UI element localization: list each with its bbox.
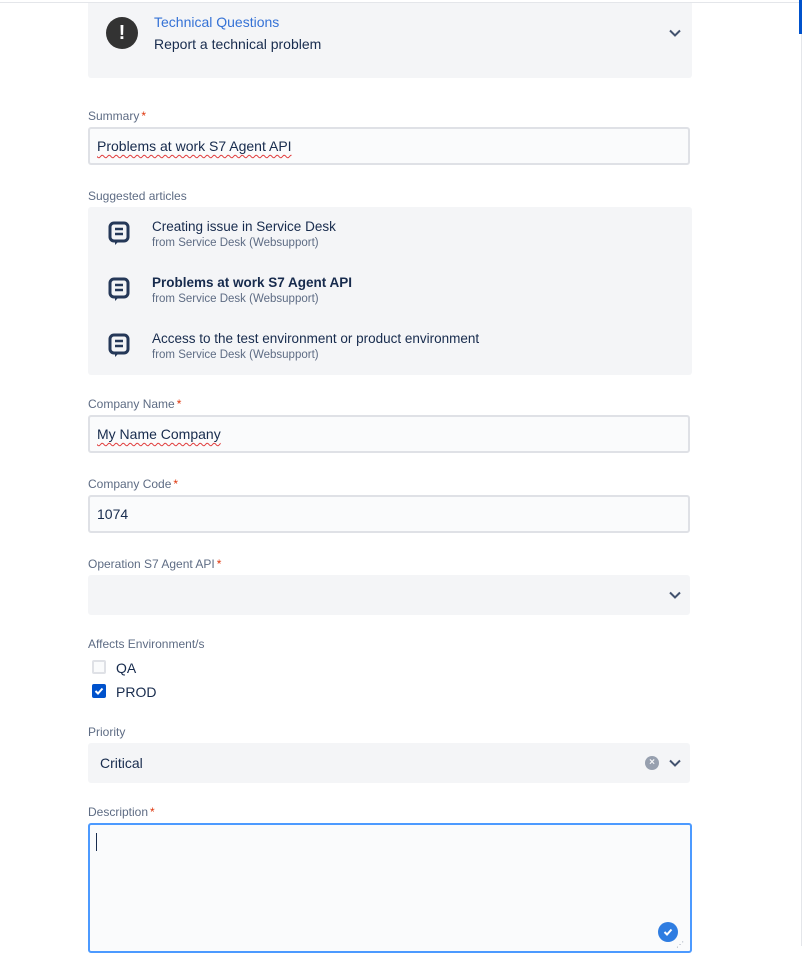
operation-select[interactable] xyxy=(88,575,690,615)
company-code-label: Company Code * xyxy=(88,477,179,491)
priority-select[interactable]: Critical xyxy=(88,743,690,783)
request-type-description: Report a technical problem xyxy=(154,36,322,52)
qa-checkbox-label[interactable]: QA xyxy=(116,660,136,676)
operation-label: Operation S7 Agent API * xyxy=(88,557,222,571)
exclamation-icon: ! xyxy=(106,17,138,49)
grammar-check-icon[interactable] xyxy=(658,922,678,942)
article-source: from Service Desk (Websupport) xyxy=(152,293,319,305)
environment-label: Affects Environment/s xyxy=(88,637,205,651)
prod-checkbox-label[interactable]: PROD xyxy=(116,684,156,700)
chevron-down-icon[interactable] xyxy=(668,588,682,602)
suggested-articles-label: Suggested articles xyxy=(88,189,187,203)
description-label: Description * xyxy=(88,805,155,819)
chevron-down-icon[interactable] xyxy=(668,26,682,40)
article-icon xyxy=(108,277,130,303)
suggested-article-1[interactable]: Creating issue in Service Desk from Serv… xyxy=(88,207,692,263)
article-icon xyxy=(108,221,130,247)
clear-icon[interactable]: × xyxy=(645,756,659,770)
company-name-label: Company Name * xyxy=(88,397,182,411)
summary-input[interactable]: Problems at work S7 Agent API xyxy=(88,127,690,165)
check-icon xyxy=(94,687,104,695)
request-type-title[interactable]: Technical Questions xyxy=(154,14,279,30)
text-caret xyxy=(96,833,97,851)
priority-label: Priority xyxy=(88,725,126,739)
company-code-input[interactable]: 1074 xyxy=(88,495,690,533)
article-source: from Service Desk (Websupport) xyxy=(152,237,319,249)
chevron-down-icon[interactable] xyxy=(668,756,682,770)
article-source: from Service Desk (Websupport) xyxy=(152,349,319,361)
company-name-input[interactable]: My Name Company xyxy=(88,415,690,453)
summary-label: Summary * xyxy=(88,109,147,123)
resize-handle-icon[interactable]: ⋰ xyxy=(676,940,684,949)
article-icon xyxy=(108,333,130,359)
article-title[interactable]: Problems at work S7 Agent API xyxy=(152,275,352,290)
article-title[interactable]: Creating issue in Service Desk xyxy=(152,219,336,234)
suggested-article-2[interactable]: Problems at work S7 Agent API from Servi… xyxy=(88,263,692,319)
suggested-articles-list: Creating issue in Service Desk from Serv… xyxy=(88,207,692,375)
qa-checkbox[interactable] xyxy=(92,660,106,674)
suggested-article-3[interactable]: Access to the test environment or produc… xyxy=(88,319,692,375)
article-title[interactable]: Access to the test environment or produc… xyxy=(152,331,479,346)
description-textarea[interactable]: ⋰ xyxy=(88,823,692,953)
priority-value: Critical xyxy=(100,755,143,771)
request-type-selector[interactable]: ! Technical Questions Report a technical… xyxy=(88,3,692,78)
prod-checkbox[interactable] xyxy=(92,684,106,698)
